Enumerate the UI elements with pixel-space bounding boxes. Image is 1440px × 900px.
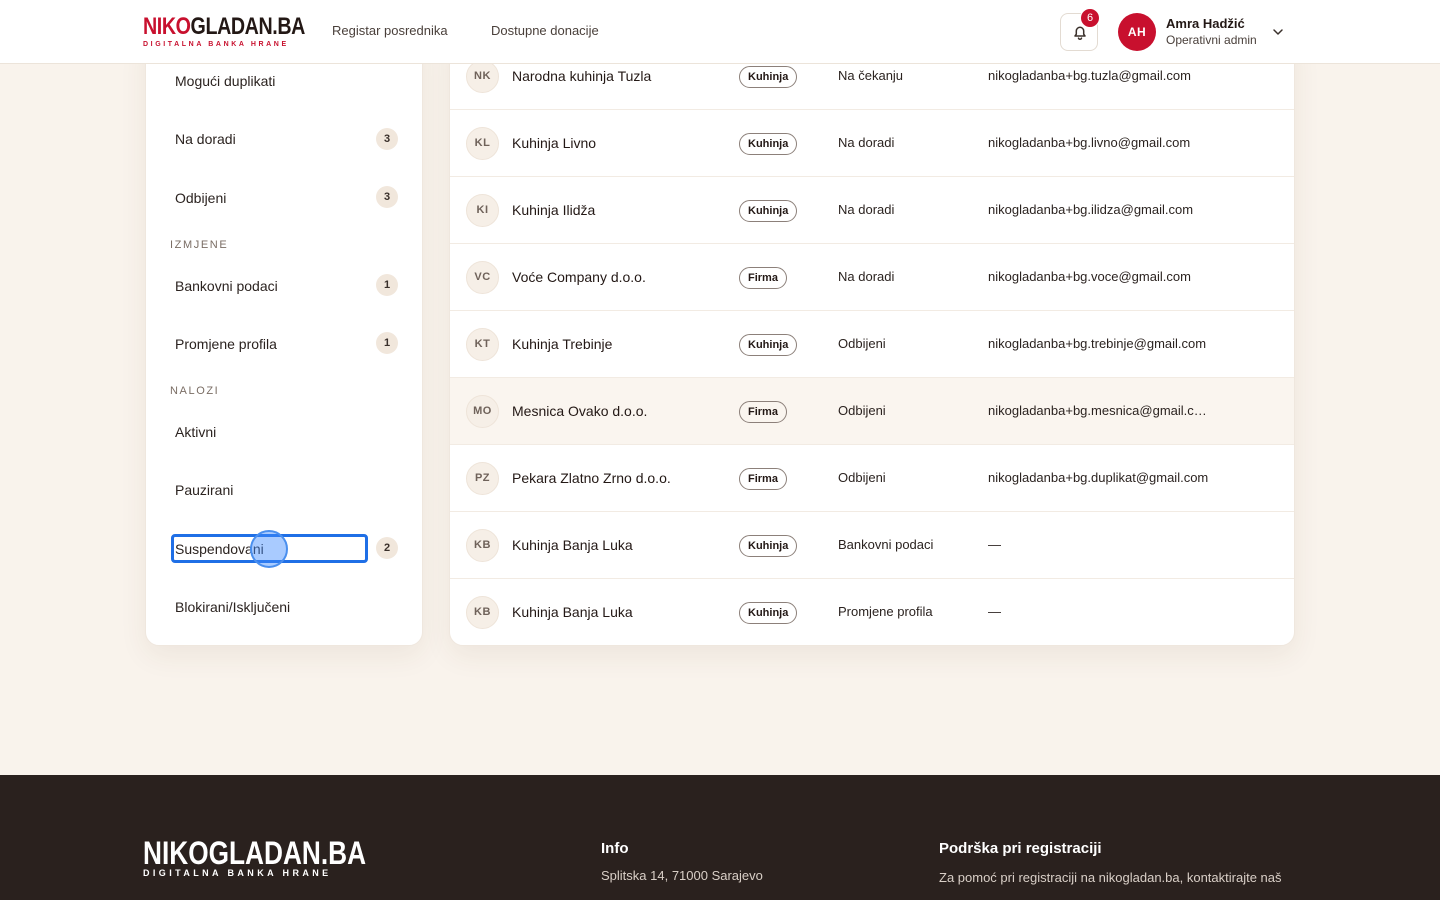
table-row[interactable]: MO Mesnica Ovako d.o.o. Firma Odbijeni n… [450, 378, 1294, 445]
footer-info-heading: Info [601, 840, 629, 857]
row-avatar: KI [466, 194, 499, 227]
type-tag: Firma [739, 267, 787, 289]
brand-tagline: DIGITALNA BANKA HRANE [143, 41, 289, 48]
sidebar-item-aktivni[interactable]: Aktivni [175, 424, 216, 440]
table-row[interactable]: KL Kuhinja Livno Kuhinja Na doradi nikog… [450, 110, 1294, 177]
footer-address: Splitska 14, 71000 Sarajevo [601, 868, 763, 883]
type-tag: Kuhinja [739, 334, 798, 356]
row-avatar: KT [466, 328, 499, 361]
site-footer: NIKOGLADAN.BA DIGITALNA BANKA HRANE Info… [0, 775, 1440, 900]
row-status: Odbijeni [838, 470, 886, 485]
row-email: — [988, 537, 1001, 552]
row-avatar: KB [466, 596, 499, 629]
type-tag: Kuhinja [739, 133, 798, 155]
table-row[interactable]: KB Kuhinja Banja Luka Kuhinja Promjene p… [450, 579, 1294, 645]
row-name: Kuhinja Banja Luka [512, 537, 633, 553]
table-row[interactable]: VC Voće Company d.o.o. Firma Na doradi n… [450, 244, 1294, 311]
sidebar-item-promjene-profila[interactable]: Promjene profila [175, 336, 277, 352]
row-status: Odbijeni [838, 403, 886, 418]
user-avatar[interactable]: AH [1118, 13, 1156, 51]
type-tag: Kuhinja [739, 66, 798, 88]
sidebar-item-pauzirani[interactable]: Pauzirani [175, 482, 233, 498]
type-tag: Kuhinja [739, 200, 798, 222]
row-name: Pekara Zlatno Zrno d.o.o. [512, 470, 671, 486]
row-email: nikogladanba+bg.voce@gmail.com [988, 269, 1191, 284]
sidebar-filter-panel: Mogući duplikati Na doradi 3 Odbijeni 3 … [145, 30, 423, 646]
notifications-button[interactable]: 6 [1060, 8, 1100, 51]
row-name: Kuhinja Livno [512, 135, 597, 151]
row-status: Promjene profila [838, 604, 933, 619]
row-status: Na doradi [838, 269, 895, 284]
sidebar-section-izmjene: IZMJENE [170, 239, 229, 251]
sidebar-item-blokirani-iskljuceni[interactable]: Blokirani/Isključeni [175, 599, 290, 615]
footer-logo-tagline: DIGITALNA BANKA HRANE [143, 868, 332, 878]
table-row[interactable]: KB Kuhinja Banja Luka Kuhinja Bankovni p… [450, 512, 1294, 579]
row-avatar: MO [466, 395, 499, 428]
row-avatar: KB [466, 529, 499, 562]
row-status: Na doradi [838, 202, 895, 217]
sidebar-item-mogući-duplikati[interactable]: Mogući duplikati [175, 73, 275, 89]
row-email: nikogladanba+bg.ilidza@gmail.com [988, 202, 1194, 217]
row-email: nikogladanba+bg.duplikat@gmail.com [988, 470, 1209, 485]
nav-link-registar-posrednika[interactable]: Registar posrednika [332, 23, 448, 38]
sidebar-count-badge: 3 [376, 128, 398, 150]
chevron-down-icon[interactable] [1271, 26, 1285, 38]
sidebar-count-badge: 3 [376, 186, 398, 208]
row-email: nikogladanba+bg.tuzla@gmail.com [988, 68, 1191, 83]
row-status: Bankovni podaci [838, 537, 934, 552]
row-name: Voće Company d.o.o. [512, 269, 646, 285]
sidebar-count-badge: 1 [376, 274, 398, 296]
row-avatar: KL [466, 127, 499, 160]
row-email: nikogladanba+bg.trebinje@gmail.com [988, 336, 1207, 351]
table-row[interactable]: KT Kuhinja Trebinje Kuhinja Odbijeni nik… [450, 311, 1294, 378]
row-email: — [988, 604, 1001, 619]
row-name: Kuhinja Trebinje [512, 336, 613, 352]
row-avatar: NK [466, 60, 499, 93]
row-name: Kuhinja Banja Luka [512, 604, 633, 620]
sidebar-section-nalozi: NALOZI [170, 385, 220, 397]
click-indicator [250, 530, 288, 568]
row-avatar: PZ [466, 462, 499, 495]
user-role: Operativni admin [1166, 33, 1257, 47]
type-tag: Firma [739, 468, 787, 490]
top-navbar: NIKOGLADAN.BA DIGITALNA BANKA HRANE Regi… [0, 0, 1440, 64]
row-email: nikogladanba+bg.livno@gmail.com [988, 135, 1191, 150]
user-name: Amra Hadžić [1166, 16, 1245, 31]
requests-table: NK Narodna kuhinja Tuzla Kuhinja Na čeka… [449, 30, 1295, 646]
footer-logo[interactable]: NIKOGLADAN.BA [143, 837, 366, 869]
row-status: Na čekanju [838, 68, 904, 83]
sidebar-item-bankovni-podaci[interactable]: Bankovni podaci [175, 278, 278, 294]
brand-wordmark: NIKOGLADAN.BA [143, 13, 305, 40]
type-tag: Firma [739, 401, 787, 423]
table-row[interactable]: KI Kuhinja Ilidža Kuhinja Na doradi niko… [450, 177, 1294, 244]
row-name: Kuhinja Ilidža [512, 202, 596, 218]
footer-support-text: Za pomoć pri registraciji na nikogladan.… [939, 870, 1282, 885]
nav-link-dostupne-donacije[interactable]: Dostupne donacije [491, 23, 599, 38]
brand-logo[interactable]: NIKOGLADAN.BA DIGITALNA BANKA HRANE [143, 13, 305, 49]
sidebar-item-odbijeni[interactable]: Odbijeni [175, 190, 226, 206]
footer-support-heading: Podrška pri registraciji [939, 840, 1102, 857]
row-status: Na doradi [838, 135, 895, 150]
type-tag: Kuhinja [739, 535, 798, 557]
notification-count-badge: 6 [1080, 8, 1100, 28]
table-row[interactable]: PZ Pekara Zlatno Zrno d.o.o. Firma Odbij… [450, 445, 1294, 512]
row-email: nikogladanba+bg.mesnica@gmail.com [988, 403, 1210, 418]
row-avatar: VC [466, 261, 499, 294]
row-name: Narodna kuhinja Tuzla [512, 68, 652, 84]
sidebar-count-badge: 1 [376, 332, 398, 354]
sidebar-item-na-doradi[interactable]: Na doradi [175, 131, 236, 147]
sidebar-count-badge: 2 [376, 537, 398, 559]
type-tag: Kuhinja [739, 602, 798, 624]
row-name: Mesnica Ovako d.o.o. [512, 403, 648, 419]
row-status: Odbijeni [838, 336, 886, 351]
